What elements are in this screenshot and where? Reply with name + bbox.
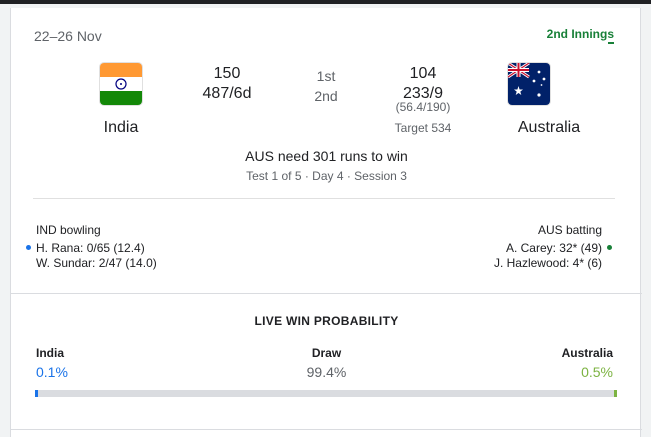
away-scores: 104 233/9 xyxy=(373,64,473,104)
australia-flag-icon xyxy=(508,63,550,105)
win-prob-away-label: Australia xyxy=(561,346,613,360)
innings-label-2nd: 2nd xyxy=(314,88,338,104)
win-prob-draw-value: 99.4% xyxy=(306,364,347,380)
target-label: Target 534 xyxy=(394,121,452,135)
current-bowler-indicator-icon xyxy=(26,245,31,250)
india-flag-icon xyxy=(100,63,142,105)
win-prob-draw-label: Draw xyxy=(311,346,342,360)
batting-header: AUS batting xyxy=(537,223,602,237)
batter-line: J. Hazlewood: 4* (6) xyxy=(493,256,602,270)
divider xyxy=(33,198,615,199)
striker-indicator-icon xyxy=(607,245,612,250)
match-date: 22–26 Nov xyxy=(34,28,102,44)
innings-link[interactable]: 2nd Innings xyxy=(547,27,615,44)
batter-line: A. Carey: 32* (49) xyxy=(505,241,602,255)
bowler-line: H. Rana: 0/65 (12.4) xyxy=(36,241,145,255)
bowler-line: W. Sundar: 2/47 (14.0) xyxy=(36,256,157,270)
divider xyxy=(11,293,642,294)
home-score-2nd: 487/6d xyxy=(202,85,252,102)
divider xyxy=(11,429,642,430)
win-prob-away-segment xyxy=(614,390,617,397)
win-prob-draw-segment xyxy=(38,390,614,397)
match-status: AUS need 301 runs to win xyxy=(245,148,408,164)
bowling-header: IND bowling xyxy=(36,223,101,237)
match-session: Test 1 of 5 · Day 4 · Session 3 xyxy=(246,169,407,183)
win-probability-bar xyxy=(35,390,617,397)
win-probability-title: LIVE WIN PROBABILITY xyxy=(254,314,399,328)
away-overs: (56.4/190) xyxy=(395,100,451,114)
home-team-name[interactable]: India xyxy=(81,119,161,137)
away-team-name[interactable]: Australia xyxy=(489,119,609,137)
top-bar xyxy=(0,0,651,4)
home-score-1st: 150 xyxy=(213,65,241,82)
match-card[interactable]: 22–26 Nov 2nd Innings India 150 487/6d 1… xyxy=(10,8,642,437)
win-prob-away-value: 0.5% xyxy=(581,364,613,380)
home-scores: 150 487/6d xyxy=(187,64,267,104)
innings-labels: 1st 2nd xyxy=(301,66,351,106)
innings-label-1st: 1st xyxy=(316,68,336,84)
away-score-1st: 104 xyxy=(409,65,437,82)
